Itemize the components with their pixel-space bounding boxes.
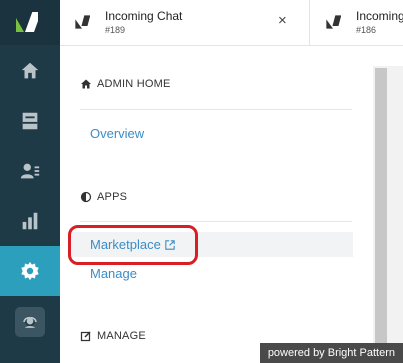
home-icon bbox=[21, 62, 39, 79]
ticket-tabs-bar: Incoming Chat #189 × Incoming #186 bbox=[60, 0, 403, 46]
tab-ticket-number: #189 bbox=[105, 25, 126, 35]
tab-incoming-chat-189[interactable]: Incoming Chat #189 × bbox=[60, 0, 310, 45]
divider bbox=[80, 221, 352, 222]
contacts-icon bbox=[20, 163, 40, 179]
nav-link-manage-apps[interactable]: Manage bbox=[90, 266, 137, 281]
edit-icon bbox=[80, 331, 91, 342]
tab-title: Incoming bbox=[356, 9, 403, 23]
tab-incoming-186[interactable]: Incoming #186 bbox=[311, 0, 403, 45]
scrollbar-thumb[interactable] bbox=[375, 68, 387, 363]
zendesk-logo-icon bbox=[16, 12, 38, 32]
zendesk-logo[interactable] bbox=[0, 0, 60, 45]
zendesk-tab-icon bbox=[75, 15, 90, 29]
powered-by-badge: powered by Bright Pattern bbox=[259, 343, 403, 363]
nav-link-overview[interactable]: Overview bbox=[90, 126, 144, 141]
section-apps: APPS bbox=[80, 191, 127, 203]
admin-nav-panel: ADMIN HOME Overview APPS Marketplace Man… bbox=[60, 46, 403, 363]
agent-avatar[interactable] bbox=[15, 307, 45, 337]
rail-customers-button[interactable] bbox=[0, 146, 60, 196]
scrollbar[interactable] bbox=[373, 66, 403, 363]
rail-admin-button[interactable] bbox=[0, 246, 60, 296]
close-icon[interactable]: × bbox=[278, 12, 287, 29]
section-title: MANAGE bbox=[97, 330, 146, 342]
home-icon bbox=[81, 79, 91, 89]
section-title: ADMIN HOME bbox=[97, 78, 171, 90]
left-rail bbox=[0, 0, 60, 363]
headset-icon bbox=[23, 316, 37, 328]
divider bbox=[80, 109, 352, 110]
reports-icon bbox=[22, 212, 38, 230]
rail-reporting-button[interactable] bbox=[0, 196, 60, 246]
rail-views-button[interactable] bbox=[0, 96, 60, 146]
zendesk-tab-icon bbox=[326, 15, 341, 29]
half-circle-icon bbox=[80, 191, 92, 203]
tab-title: Incoming Chat bbox=[105, 9, 183, 23]
gear-icon bbox=[21, 261, 39, 281]
highlight-callout bbox=[68, 225, 198, 265]
section-manage: MANAGE bbox=[80, 330, 146, 342]
section-admin-home: ADMIN HOME bbox=[80, 78, 171, 90]
tab-ticket-number: #186 bbox=[356, 25, 377, 35]
rail-home-button[interactable] bbox=[0, 46, 60, 96]
section-title: APPS bbox=[97, 191, 128, 203]
inbox-icon bbox=[22, 112, 38, 130]
